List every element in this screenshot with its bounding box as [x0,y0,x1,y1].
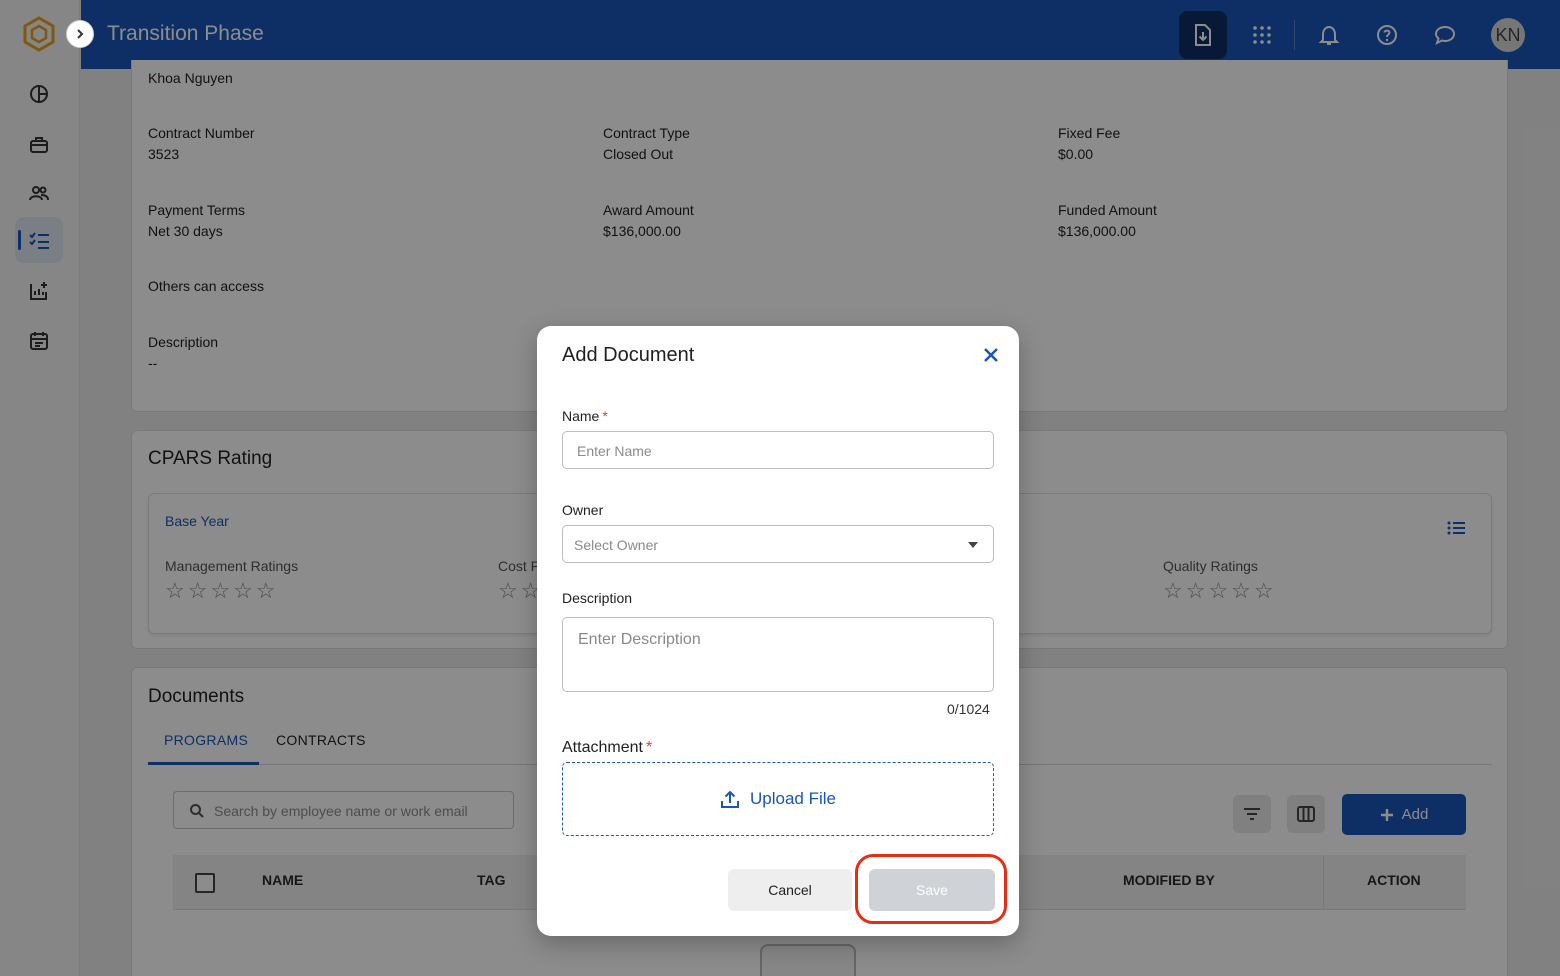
name-field-label: Name * [562,408,608,424]
description-field-label: Description [562,590,633,606]
owner-placeholder: Select Owner [574,537,659,553]
description-textarea[interactable]: Enter Description [562,617,994,692]
required-marker: * [645,739,653,756]
add-document-dialog: Add Document Name * Enter Name Owner Sele… [537,326,1019,936]
dialog-title: Add Document [562,344,695,366]
name-placeholder: Enter Name [577,443,652,459]
upload-icon [721,790,739,808]
upload-file-button[interactable]: Upload File [562,762,994,836]
cancel-button[interactable]: Cancel [728,869,852,911]
close-dialog-button[interactable] [980,344,1002,366]
attachment-field-label: Attachment * [562,739,653,756]
expand-nav-button[interactable] [66,20,94,48]
save-highlight-annotation [855,854,1007,924]
required-marker: * [602,408,608,424]
character-counter: 0/1024 [947,701,990,717]
description-placeholder: Enter Description [578,631,701,648]
owner-field-label: Owner [562,502,604,518]
dropdown-arrow-icon [968,542,978,548]
name-input[interactable]: Enter Name [562,431,994,469]
close-icon [984,348,998,362]
owner-select[interactable]: Select Owner [562,525,994,563]
chevron-right-icon [77,29,84,39]
upload-label: Upload File [750,789,836,808]
